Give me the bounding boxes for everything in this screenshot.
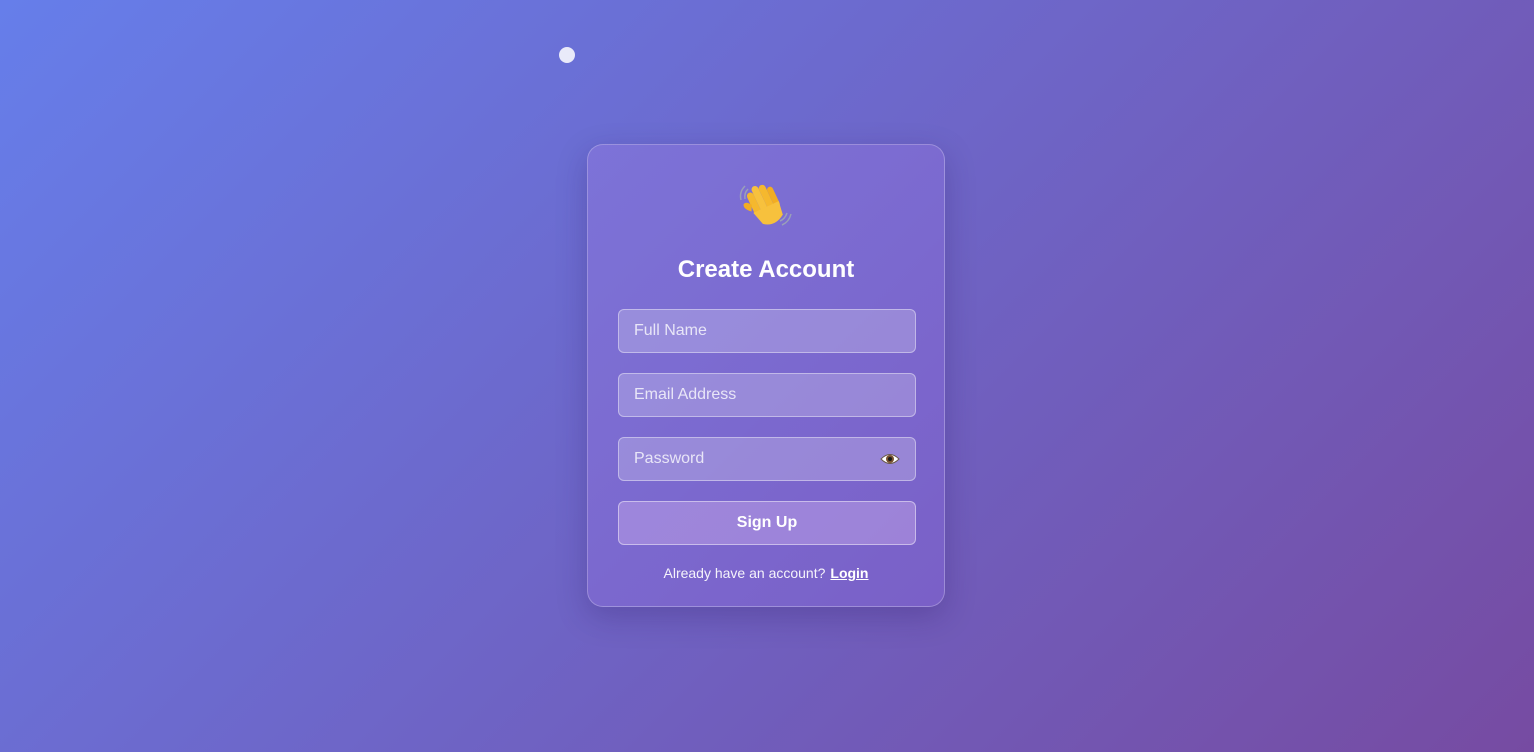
page-title: Create Account — [677, 256, 855, 283]
full-name-field-wrapper — [618, 309, 916, 353]
password-input[interactable] — [618, 437, 916, 481]
waving-hand-icon — [739, 184, 792, 226]
sign-up-button[interactable]: Sign Up — [618, 501, 916, 545]
email-field-wrapper — [618, 373, 916, 417]
full-name-input[interactable] — [618, 309, 916, 353]
login-link[interactable]: Login — [830, 565, 868, 581]
password-field-wrapper — [618, 437, 916, 481]
eye-icon[interactable] — [880, 450, 900, 468]
signup-card: Create Account Sign Up Already have an a… — [587, 144, 945, 607]
decorative-dot — [559, 47, 575, 63]
email-input[interactable] — [618, 373, 916, 417]
login-prompt-text: Already have an account? — [663, 565, 826, 581]
login-prompt: Already have an account? Login — [618, 565, 914, 581]
